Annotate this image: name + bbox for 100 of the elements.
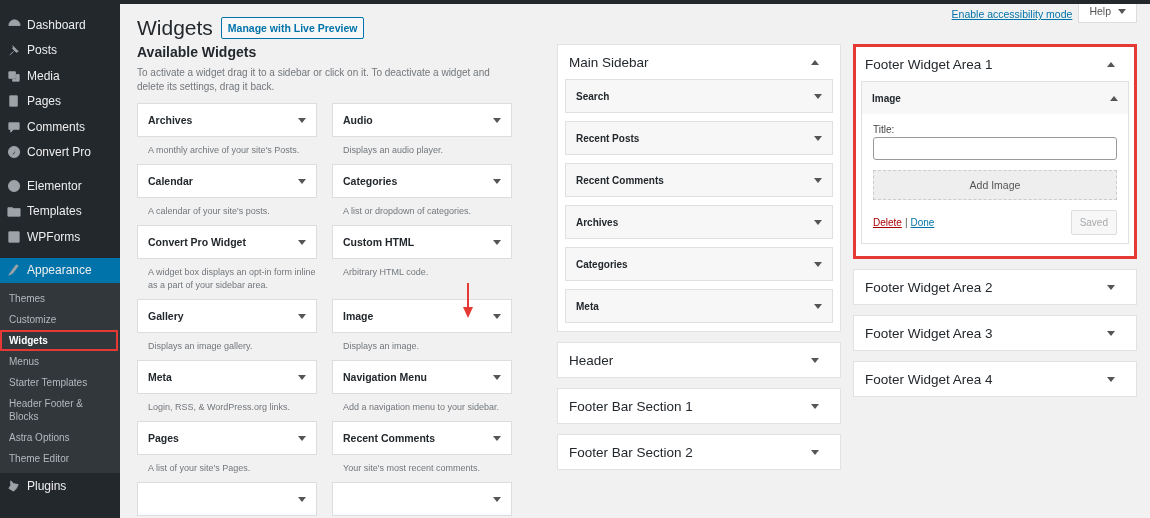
caret-icon[interactable]: [814, 261, 822, 267]
widget-title[interactable]: Recent Posts: [576, 132, 640, 144]
widget-card[interactable]: Image: [332, 299, 512, 333]
menu-item[interactable]: Templates: [0, 198, 120, 224]
widget-area-title[interactable]: Footer Bar Section 1: [569, 398, 693, 414]
widget-area-title[interactable]: Header: [569, 352, 614, 368]
submenu-item[interactable]: Astra Options: [0, 427, 118, 448]
comment-icon: [7, 119, 21, 134]
menu-item[interactable]: Convert Pro: [0, 139, 120, 165]
menu-item[interactable]: Pages: [0, 88, 120, 114]
section-description: To activate a widget drag it to a sidebar or click on it. To deactivate a widget and delete its settings, drag it back.: [137, 66, 491, 94]
done-link[interactable]: Done: [910, 217, 935, 228]
caret-icon[interactable]: [298, 178, 306, 184]
widget-description: Login, RSS, & WordPress.org links.: [148, 401, 290, 414]
caret-icon[interactable]: [493, 178, 501, 184]
caret-icon[interactable]: [1110, 95, 1118, 101]
caret-icon[interactable]: [298, 374, 306, 380]
menu-item[interactable]: WPForms: [0, 224, 120, 250]
caret-icon[interactable]: [814, 303, 822, 309]
caret-icon[interactable]: [298, 117, 306, 123]
widget-card[interactable]: Archives: [137, 103, 317, 137]
caret-icon[interactable]: [1107, 330, 1115, 336]
menu-item[interactable]: Plugins: [0, 473, 120, 499]
pages-icon: [7, 94, 21, 109]
help-button[interactable]: Help: [1078, 4, 1137, 23]
caret-icon[interactable]: [493, 374, 501, 380]
caret-icon[interactable]: [1107, 284, 1115, 290]
submenu-item[interactable]: Theme Editor: [0, 448, 118, 469]
widget-title[interactable]: Meta: [576, 300, 599, 312]
widget-card[interactable]: Custom HTML: [332, 225, 512, 259]
submenu-item[interactable]: Widgets: [0, 330, 118, 351]
widget-title[interactable]: Archives: [576, 216, 619, 228]
widget-area-title[interactable]: Footer Widget Area 2: [865, 279, 993, 295]
widget-card[interactable]: Navigation Menu: [332, 360, 512, 394]
down-arrow-icon: [463, 283, 473, 318]
widget-description: Arbitrary HTML code.: [343, 266, 429, 279]
submenu-item[interactable]: Menus: [0, 351, 118, 372]
menu-item[interactable]: Posts: [0, 37, 120, 63]
caret-icon[interactable]: [298, 313, 306, 319]
live-preview-button[interactable]: Manage with Live Preview: [220, 17, 365, 39]
widget-card[interactable]: Categories: [332, 164, 512, 198]
caret-icon[interactable]: [1107, 376, 1115, 382]
caret-icon[interactable]: [814, 93, 822, 99]
submenu-item[interactable]: Themes: [0, 288, 118, 309]
menu-item[interactable]: Comments: [0, 114, 120, 140]
folder-icon: [7, 204, 21, 219]
menu-item[interactable]: Dashboard: [0, 12, 120, 38]
widget-title[interactable]: Recent Comments: [576, 174, 664, 186]
widget-area-title[interactable]: Footer Widget Area 4: [865, 371, 993, 387]
widget-card[interactable]: Audio: [332, 103, 512, 137]
widget-area-title[interactable]: Main Sidebar: [569, 54, 649, 70]
caret-icon[interactable]: [811, 59, 819, 65]
caret-icon[interactable]: [493, 239, 501, 245]
caret-icon[interactable]: [814, 219, 822, 225]
widget-card[interactable]: Pages: [137, 421, 317, 455]
widget-description: A monthly archive of your site's Posts.: [148, 144, 300, 157]
caret-icon[interactable]: [811, 449, 819, 455]
widget-card[interactable]: Gallery: [137, 299, 317, 333]
caret-icon[interactable]: [814, 135, 822, 141]
caret-icon[interactable]: [1118, 8, 1126, 14]
caret-icon[interactable]: [493, 313, 501, 319]
widget-card[interactable]: Convert Pro Widget: [137, 225, 317, 259]
widget-card[interactable]: Recent Comments: [332, 421, 512, 455]
widget-title[interactable]: Search: [576, 90, 610, 102]
widget-description: Displays an image.: [343, 340, 420, 353]
menu-item[interactable]: Media: [0, 63, 120, 89]
caret-icon[interactable]: [811, 357, 819, 363]
widget-card[interactable]: Calendar: [137, 164, 317, 198]
media-icon: [7, 68, 21, 83]
widget-card[interactable]: Meta: [137, 360, 317, 394]
caret-icon[interactable]: [811, 403, 819, 409]
widget-title[interactable]: Categories: [576, 258, 628, 270]
caret-icon[interactable]: [298, 435, 306, 441]
widget-description: A widget box displays an opt-in form inline as a part of your sidebar area.: [148, 266, 317, 292]
caret-icon[interactable]: [493, 117, 501, 123]
menu-item[interactable]: Elementor: [0, 173, 120, 199]
widget-title[interactable]: Image: [872, 92, 901, 104]
caret-icon[interactable]: [298, 496, 306, 502]
add-image-button[interactable]: Add Image: [873, 170, 1117, 200]
widget-description: Add a navigation menu to your sidebar.: [343, 401, 500, 414]
caret-icon[interactable]: [814, 177, 822, 183]
submenu-item[interactable]: Customize: [0, 309, 118, 330]
submenu-item[interactable]: Header Footer & Blocks: [0, 393, 118, 427]
widget-description: Displays an image gallery.: [148, 340, 253, 353]
menu-item[interactable]: Appearance: [0, 257, 120, 283]
caret-icon[interactable]: [493, 435, 501, 441]
title-input-field[interactable]: [873, 137, 1117, 160]
accessibility-link[interactable]: Enable accessibility mode: [951, 8, 1073, 20]
caret-icon[interactable]: [493, 496, 501, 502]
submenu-item[interactable]: Starter Templates: [0, 372, 118, 393]
link-separator: |: [904, 217, 908, 228]
brush-icon: [7, 263, 21, 278]
caret-icon[interactable]: [298, 239, 306, 245]
form-icon: [7, 229, 21, 244]
widget-area-title[interactable]: Footer Widget Area 3: [865, 325, 993, 341]
field-label: Title:: [873, 124, 896, 135]
caret-icon[interactable]: [1107, 61, 1115, 67]
widget-area-title[interactable]: Footer Widget Area 1: [865, 56, 993, 72]
delete-link[interactable]: Delete: [873, 217, 902, 228]
widget-area-title[interactable]: Footer Bar Section 2: [569, 444, 693, 460]
